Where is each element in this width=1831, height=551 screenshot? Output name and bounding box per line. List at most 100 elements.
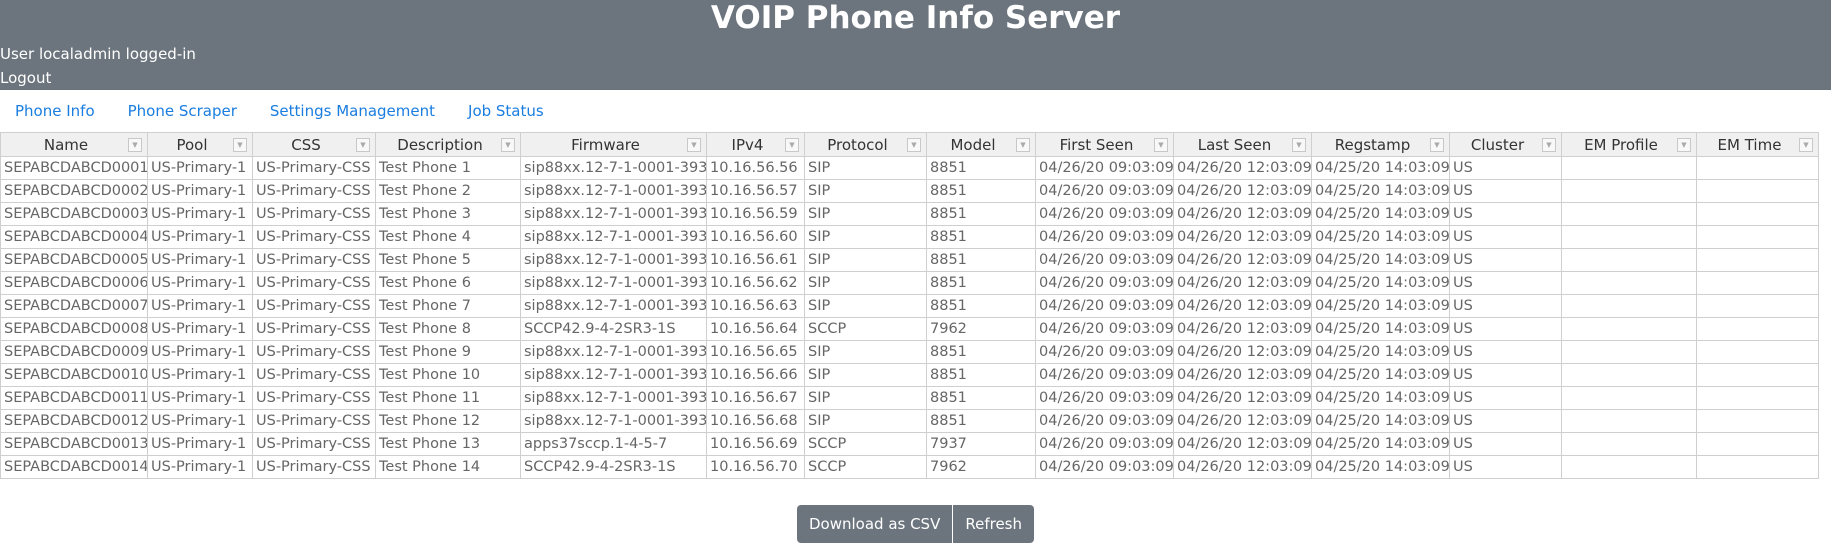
cell-regstamp: 04/25/20 14:03:09 <box>1311 432 1450 456</box>
filter-dropdown-icon[interactable]: ▼ <box>233 138 247 152</box>
filter-dropdown-icon[interactable]: ▼ <box>1154 138 1168 152</box>
column-header-firmware[interactable]: Firmware ▼ <box>520 132 707 157</box>
table-row[interactable]: SEPABCDABCD0005 US-Primary-1 US-Primary-CS… <box>0 248 1819 272</box>
filter-dropdown-icon[interactable]: ▼ <box>1016 138 1030 152</box>
table-row[interactable]: SEPABCDABCD0001 US-Primary-1 US-Primary-CS… <box>0 156 1819 180</box>
cell-first-seen: 04/26/20 09:03:09 <box>1035 156 1174 180</box>
cell-last-seen: 04/26/20 12:03:09 <box>1173 455 1312 479</box>
table-row[interactable]: SEPABCDABCD0011 US-Primary-1 US-Primary-CS… <box>0 386 1819 410</box>
main-nav: Phone Info Phone Scraper Settings Manage… <box>0 90 1831 132</box>
filter-dropdown-icon[interactable]: ▼ <box>128 138 142 152</box>
column-header-last-seen[interactable]: Last Seen ▼ <box>1173 132 1312 157</box>
cell-ipv4: 10.16.56.68 <box>706 409 805 433</box>
cell-ipv4: 10.16.56.61 <box>706 248 805 272</box>
filter-dropdown-icon[interactable]: ▼ <box>1542 138 1556 152</box>
cell-em-profile <box>1561 432 1697 456</box>
column-header-model[interactable]: Model ▼ <box>926 132 1036 157</box>
filter-dropdown-icon[interactable]: ▼ <box>1292 138 1306 152</box>
cell-cluster: US <box>1449 248 1562 272</box>
cell-em-profile <box>1561 340 1697 364</box>
cell-last-seen: 04/26/20 12:03:09 <box>1173 363 1312 387</box>
cell-model: 7962 <box>926 317 1036 341</box>
nav-phone-scraper[interactable]: Phone Scraper <box>128 102 237 120</box>
cell-css: US-Primary-CSS <box>252 317 376 341</box>
cell-cluster: US <box>1449 455 1562 479</box>
filter-dropdown-icon[interactable]: ▼ <box>356 138 370 152</box>
table-row[interactable]: SEPABCDABCD0006 US-Primary-1 US-Primary-CS… <box>0 271 1819 295</box>
cell-firmware: sip88xx.12-7-1-0001-393 <box>520 202 707 226</box>
cell-em-profile <box>1561 363 1697 387</box>
table-row[interactable]: SEPABCDABCD0004 US-Primary-1 US-Primary-CS… <box>0 225 1819 249</box>
cell-ipv4: 10.16.56.60 <box>706 225 805 249</box>
table-row[interactable]: SEPABCDABCD0009 US-Primary-1 US-Primary-CS… <box>0 340 1819 364</box>
refresh-button[interactable]: Refresh <box>953 505 1035 543</box>
nav-job-status[interactable]: Job Status <box>468 102 544 120</box>
cell-protocol: SIP <box>804 409 927 433</box>
cell-last-seen: 04/26/20 12:03:09 <box>1173 340 1312 364</box>
cell-em-time <box>1696 363 1819 387</box>
table-row[interactable]: SEPABCDABCD0014 US-Primary-1 US-Primary-CS… <box>0 455 1819 479</box>
column-header-cluster[interactable]: Cluster ▼ <box>1449 132 1562 157</box>
cell-em-profile <box>1561 386 1697 410</box>
column-header-em-time[interactable]: EM Time ▼ <box>1696 132 1819 157</box>
cell-firmware: sip88xx.12-7-1-0001-393 <box>520 386 707 410</box>
column-header-first-seen[interactable]: First Seen ▼ <box>1035 132 1174 157</box>
cell-description: Test Phone 6 <box>375 271 521 295</box>
cell-cluster: US <box>1449 340 1562 364</box>
cell-description: Test Phone 2 <box>375 179 521 203</box>
table-row[interactable]: SEPABCDABCD0012 US-Primary-1 US-Primary-CS… <box>0 409 1819 433</box>
download-csv-button[interactable]: Download as CSV <box>796 505 953 543</box>
cell-protocol: SIP <box>804 156 927 180</box>
filter-dropdown-icon[interactable]: ▼ <box>1799 138 1813 152</box>
cell-em-profile <box>1561 294 1697 318</box>
cell-em-time <box>1696 455 1819 479</box>
filter-dropdown-icon[interactable]: ▼ <box>501 138 515 152</box>
cell-firmware: sip88xx.12-7-1-0001-393 <box>520 363 707 387</box>
table-row[interactable]: SEPABCDABCD0003 US-Primary-1 US-Primary-CS… <box>0 202 1819 226</box>
filter-dropdown-icon[interactable]: ▼ <box>1677 138 1691 152</box>
column-header-css[interactable]: CSS ▼ <box>252 132 376 157</box>
filter-dropdown-icon[interactable]: ▼ <box>687 138 701 152</box>
filter-dropdown-icon[interactable]: ▼ <box>1430 138 1444 152</box>
table-row[interactable]: SEPABCDABCD0007 US-Primary-1 US-Primary-CS… <box>0 294 1819 318</box>
column-header-label: Regstamp <box>1334 135 1411 154</box>
table-row[interactable]: SEPABCDABCD0002 US-Primary-1 US-Primary-CS… <box>0 179 1819 203</box>
filter-dropdown-icon[interactable]: ▼ <box>907 138 921 152</box>
cell-first-seen: 04/26/20 09:03:09 <box>1035 340 1174 364</box>
column-header-em-profile[interactable]: EM Profile ▼ <box>1561 132 1697 157</box>
table-row[interactable]: SEPABCDABCD0010 US-Primary-1 US-Primary-CS… <box>0 363 1819 387</box>
logout-link[interactable]: Logout <box>0 68 51 88</box>
cell-name: SEPABCDABCD0012 <box>0 409 148 433</box>
column-header-label: Firmware <box>571 135 640 154</box>
column-header-regstamp[interactable]: Regstamp ▼ <box>1311 132 1450 157</box>
table-row[interactable]: SEPABCDABCD0008 US-Primary-1 US-Primary-CS… <box>0 317 1819 341</box>
cell-em-profile <box>1561 248 1697 272</box>
column-header-name[interactable]: Name ▼ <box>0 132 148 157</box>
cell-model: 8851 <box>926 202 1036 226</box>
cell-ipv4: 10.16.56.57 <box>706 179 805 203</box>
cell-description: Test Phone 8 <box>375 317 521 341</box>
cell-description: Test Phone 4 <box>375 225 521 249</box>
cell-ipv4: 10.16.56.70 <box>706 455 805 479</box>
cell-model: 8851 <box>926 225 1036 249</box>
cell-pool: US-Primary-1 <box>147 363 253 387</box>
column-header-label: Pool <box>176 135 208 154</box>
cell-em-profile <box>1561 455 1697 479</box>
cell-regstamp: 04/25/20 14:03:09 <box>1311 179 1450 203</box>
nav-phone-info[interactable]: Phone Info <box>15 102 95 120</box>
cell-name: SEPABCDABCD0008 <box>0 317 148 341</box>
column-header-label: Description <box>397 135 483 154</box>
column-header-description[interactable]: Description ▼ <box>375 132 521 157</box>
cell-name: SEPABCDABCD0001 <box>0 156 148 180</box>
column-header-protocol[interactable]: Protocol ▼ <box>804 132 927 157</box>
table-row[interactable]: SEPABCDABCD0013 US-Primary-1 US-Primary-CS… <box>0 432 1819 456</box>
page-title: VOIP Phone Info Server <box>710 0 1121 36</box>
nav-settings-management[interactable]: Settings Management <box>270 102 435 120</box>
cell-regstamp: 04/25/20 14:03:09 <box>1311 363 1450 387</box>
cell-em-time <box>1696 225 1819 249</box>
cell-regstamp: 04/25/20 14:03:09 <box>1311 271 1450 295</box>
cell-pool: US-Primary-1 <box>147 202 253 226</box>
filter-dropdown-icon[interactable]: ▼ <box>785 138 799 152</box>
column-header-ipv4[interactable]: IPv4 ▼ <box>706 132 805 157</box>
column-header-pool[interactable]: Pool ▼ <box>147 132 253 157</box>
